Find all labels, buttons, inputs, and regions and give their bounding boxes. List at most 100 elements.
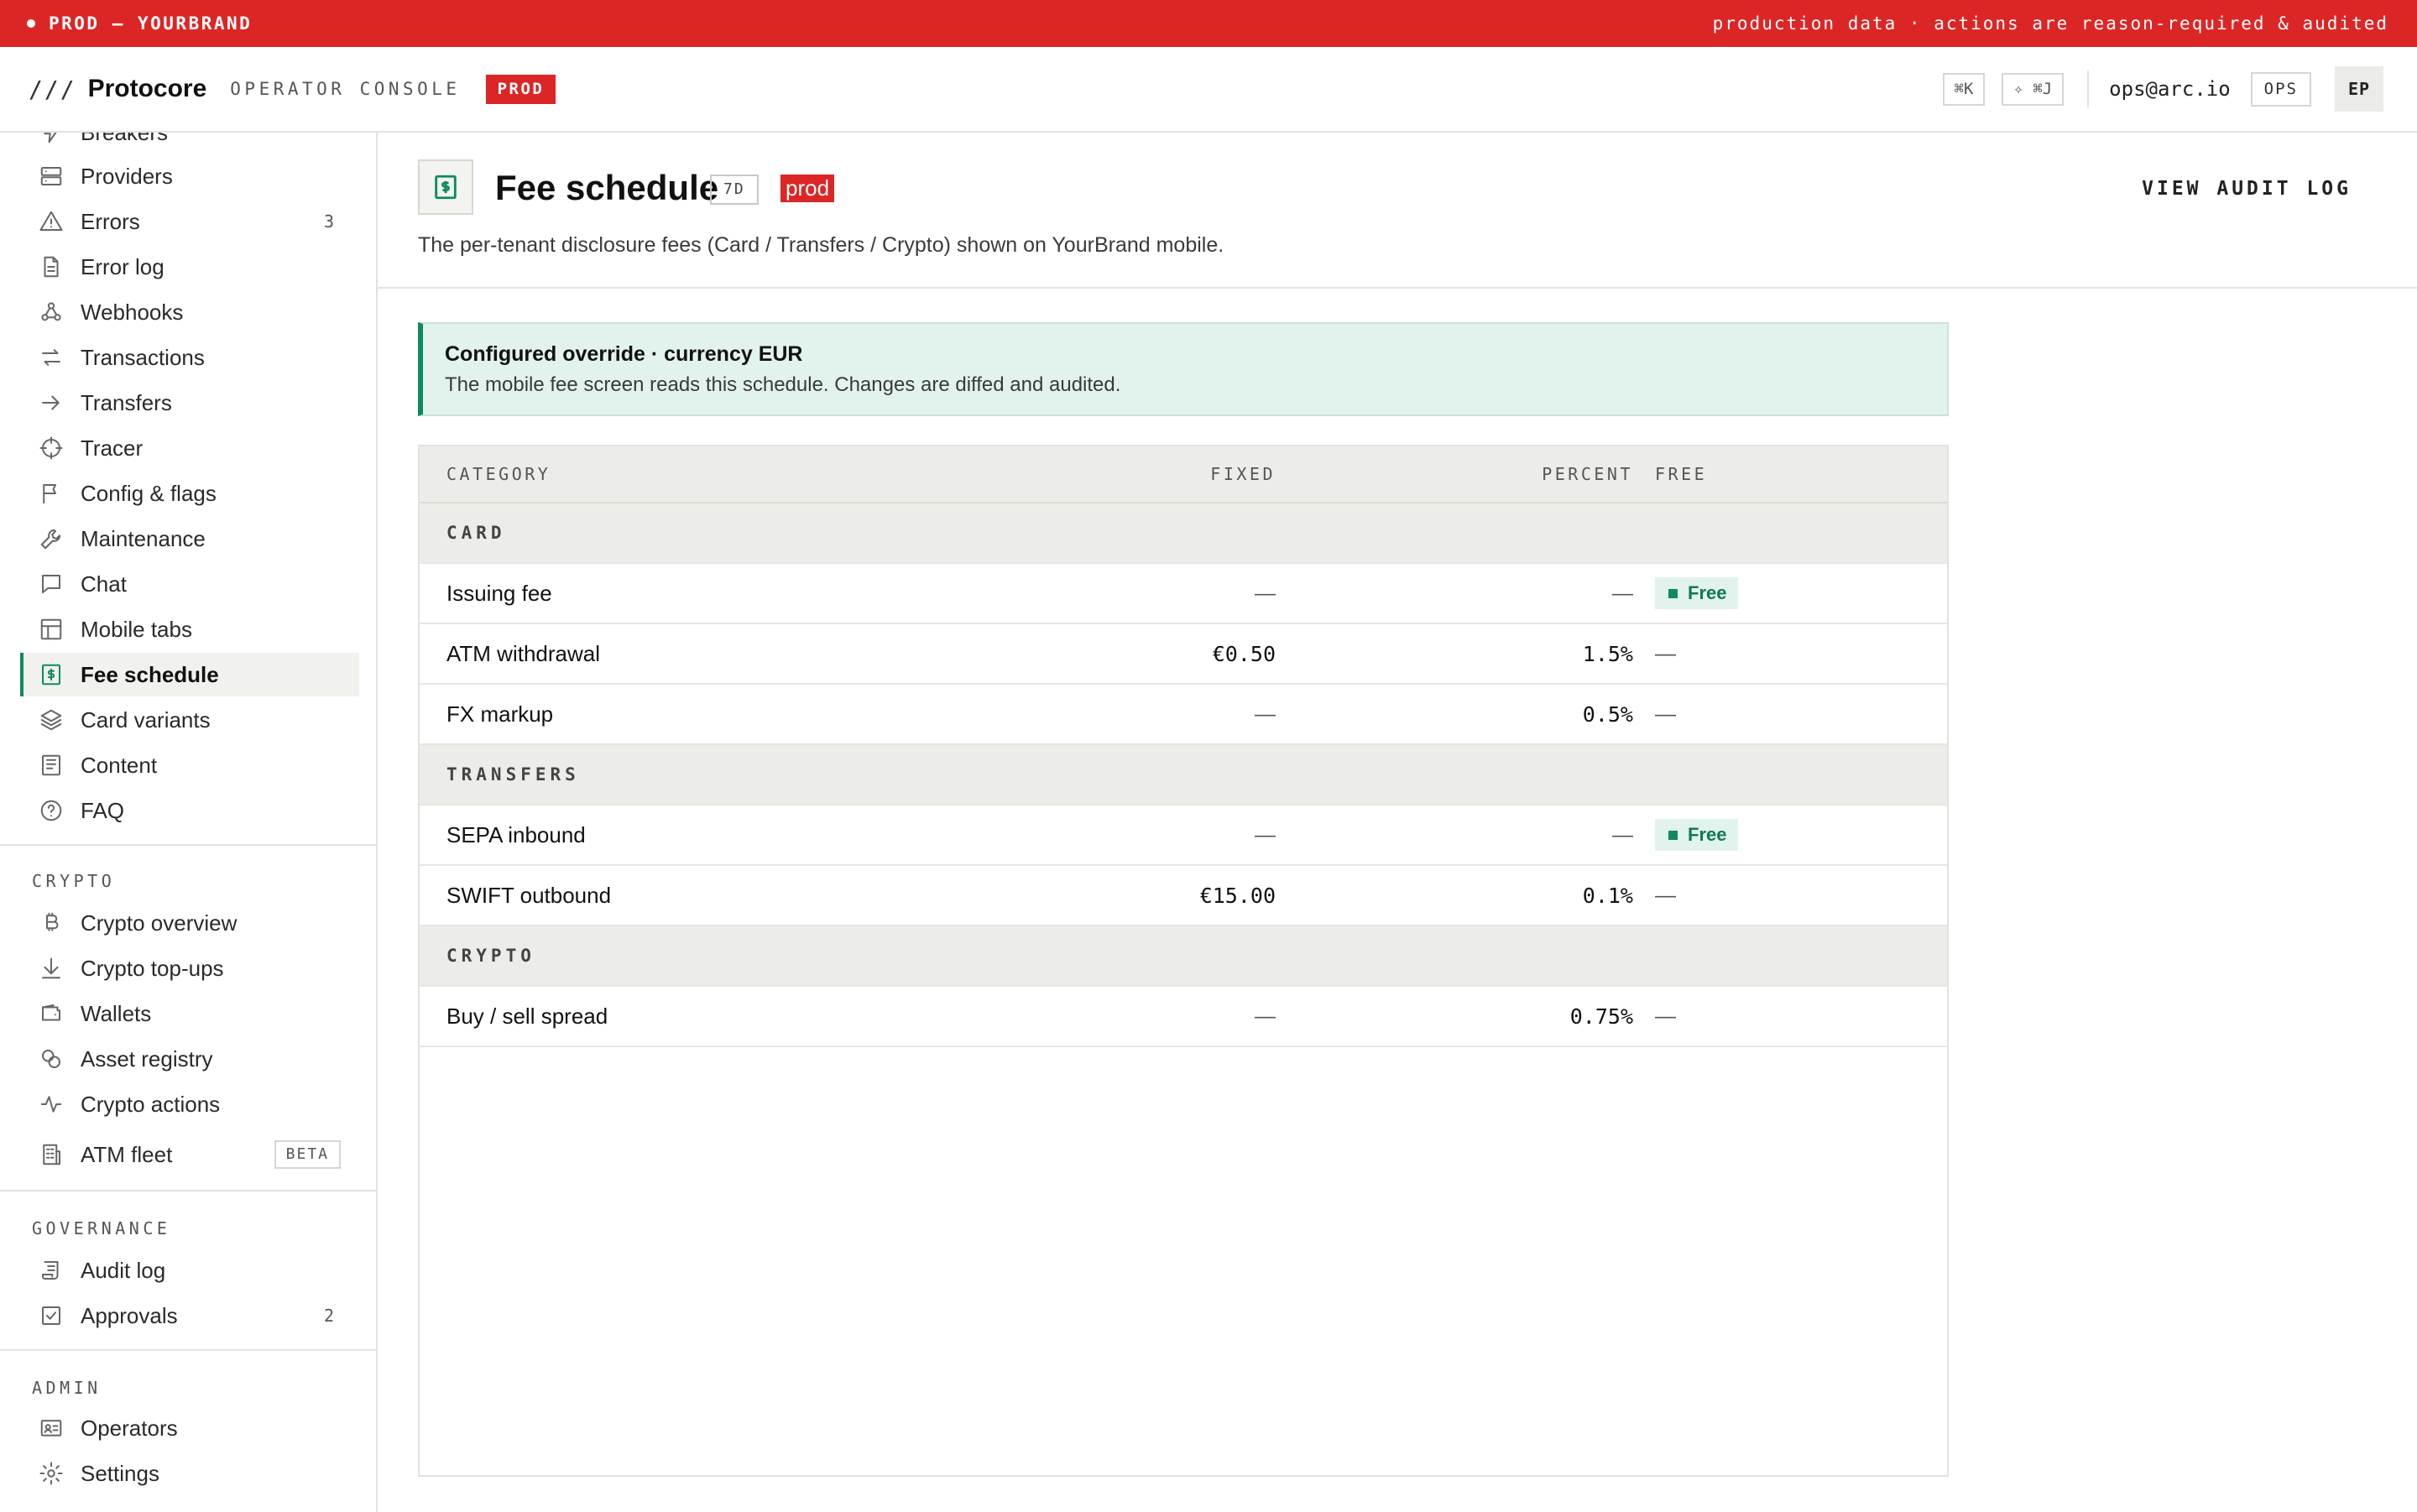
- status-dot-icon: [27, 19, 35, 28]
- table-header-row: CATEGORY FIXED PERCENT FREE: [420, 446, 1947, 503]
- sidebar-item-crypto-overview[interactable]: Crypto overview: [20, 901, 359, 945]
- fee-fixed: €0.50: [1212, 641, 1276, 666]
- layers-icon: [39, 707, 64, 733]
- sidebar-item-settings[interactable]: Settings: [20, 1452, 359, 1495]
- group-label: CRYPTO: [446, 946, 535, 966]
- fee-category: ATM withdrawal: [446, 640, 601, 666]
- env-tag: prod: [780, 175, 835, 203]
- newspaper-icon: [39, 753, 64, 778]
- sidebar-item-tracer[interactable]: Tracer: [20, 426, 359, 470]
- page-subtitle: The per-tenant disclosure fees (Card / T…: [418, 233, 1224, 257]
- sidebar-item-atm-fleet[interactable]: ATM fleet BETA: [20, 1133, 359, 1176]
- sidebar-item-label: Chat: [81, 571, 127, 597]
- fee-category: FX markup: [446, 701, 554, 727]
- sidebar-item-providers[interactable]: Providers: [20, 154, 359, 198]
- column-header-category: CATEGORY: [446, 464, 551, 484]
- sidebar-item-maintenance[interactable]: Maintenance: [20, 517, 359, 560]
- sidebar-item-label: Crypto overview: [81, 910, 238, 936]
- table-row[interactable]: ATM withdrawal €0.50 1.5% —: [420, 624, 1947, 685]
- sidebar-item-label: Content: [81, 752, 158, 778]
- fee-fixed: —: [1255, 581, 1276, 605]
- banner-notice: production data · actions are reason-req…: [1712, 13, 2388, 34]
- sidebar-item-errors[interactable]: Errors 3: [20, 200, 359, 243]
- sidebar-item-label: Card variants: [81, 706, 211, 733]
- sidebar-item-label: Fee schedule: [81, 661, 219, 687]
- banner-env: PROD — YOURBRAND: [27, 13, 252, 34]
- square-icon: [1668, 830, 1678, 840]
- table-row[interactable]: SWIFT outbound €15.00 0.1% —: [420, 866, 1947, 926]
- fee-percent: 0.5%: [1582, 701, 1633, 727]
- sidebar-item-approvals[interactable]: Approvals 2: [20, 1294, 359, 1337]
- table-row[interactable]: FX markup — 0.5% —: [420, 685, 1947, 745]
- fee-percent: 0.75%: [1569, 1004, 1633, 1029]
- notice-body: The mobile fee screen reads this schedul…: [445, 373, 1121, 396]
- sidebar-item-label: Operators: [81, 1415, 178, 1441]
- header-divider: [2087, 70, 2090, 107]
- fee-fixed: —: [1255, 1004, 1276, 1028]
- sidebar-divider: [0, 1349, 376, 1351]
- page-header: Fee schedule 7D prod The per-tenant disc…: [378, 133, 2417, 289]
- avatar[interactable]: EP: [2335, 66, 2383, 112]
- server-icon: [39, 164, 64, 189]
- table-row[interactable]: Buy / sell spread — 0.75% —: [420, 987, 1947, 1047]
- sidebar-item-transfers[interactable]: Transfers: [20, 381, 359, 425]
- sidebar-item-label: Transfers: [81, 389, 172, 415]
- fee-percent: 0.1%: [1582, 883, 1633, 908]
- command-palette-shortcut[interactable]: ⌘K: [1942, 72, 1986, 106]
- sidebar-item-config-and-flags[interactable]: Config & flags: [20, 472, 359, 515]
- sidebar-item-operators[interactable]: Operators: [20, 1406, 359, 1450]
- sidebar-item-wallets[interactable]: Wallets: [20, 992, 359, 1035]
- range-chip[interactable]: 7D: [710, 175, 759, 205]
- brand-mark: ///: [29, 75, 76, 103]
- sidebar-section-title: ADMIN: [32, 1378, 102, 1398]
- sidebar-item-breakers[interactable]: Breakers: [20, 133, 359, 154]
- sidebar-item-label: Transactions: [81, 344, 205, 370]
- sidebar-item-fee-schedule[interactable]: Fee schedule: [20, 653, 359, 696]
- webhook-icon: [39, 300, 64, 325]
- coins-icon: [39, 1046, 64, 1071]
- user-email[interactable]: ops@arc.io: [2109, 77, 2231, 101]
- fee-free: —: [1655, 1004, 1676, 1028]
- sidebar-divider: [0, 844, 376, 846]
- sidebar-item-label: Config & flags: [81, 480, 217, 506]
- free-badge: Free: [1655, 819, 1739, 851]
- fee-percent: —: [1612, 822, 1633, 847]
- sidebar-item-crypto-actions[interactable]: Crypto actions: [20, 1082, 359, 1126]
- table-row[interactable]: Issuing fee — — Free: [420, 564, 1947, 624]
- sidebar-item-chat[interactable]: Chat: [20, 562, 359, 606]
- sidebar-item-audit-log[interactable]: Audit log: [20, 1249, 359, 1292]
- table-group-row: TRANSFERS: [420, 745, 1947, 806]
- activity-icon: [39, 1092, 64, 1117]
- sidebar-item-transactions[interactable]: Transactions: [20, 336, 359, 379]
- sidebar-item-webhooks[interactable]: Webhooks: [20, 290, 359, 334]
- column-header-percent: PERCENT: [1542, 464, 1633, 484]
- sidebar-item-crypto-top-ups[interactable]: Crypto top-ups: [20, 946, 359, 990]
- brand-name[interactable]: Protocore: [88, 75, 207, 103]
- sidebar-item-asset-registry[interactable]: Asset registry: [20, 1037, 359, 1081]
- chat-icon: [39, 571, 64, 597]
- dollar-receipt-icon: [418, 159, 473, 215]
- sidebar-item-content[interactable]: Content: [20, 743, 359, 787]
- crosshair-icon: [39, 435, 64, 461]
- free-label: Free: [1688, 582, 1727, 603]
- wrench-icon: [39, 526, 64, 551]
- sidebar-item-faq[interactable]: FAQ: [20, 789, 359, 832]
- fee-free: —: [1655, 641, 1676, 665]
- sidebar-item-label: Providers: [81, 163, 173, 189]
- dollar-receipt-icon: [39, 662, 64, 687]
- flag-icon: [39, 481, 64, 506]
- fee-category: SEPA inbound: [446, 821, 586, 847]
- count-badge: 3: [323, 211, 334, 232]
- view-audit-log-link[interactable]: VIEW AUDIT LOG: [2142, 178, 2352, 200]
- fee-table: CATEGORY FIXED PERCENT FREE CARD Issuing …: [418, 445, 1949, 1477]
- sidebar-item-card-variants[interactable]: Card variants: [20, 698, 359, 742]
- sidebar-item-label: Maintenance: [81, 525, 206, 551]
- sidebar-item-mobile-tabs[interactable]: Mobile tabs: [20, 607, 359, 651]
- id-card-icon: [39, 1416, 64, 1441]
- table-row[interactable]: SEPA inbound — — Free: [420, 806, 1947, 866]
- sidebar-item-error-log[interactable]: Error log: [20, 245, 359, 289]
- document-icon: [39, 254, 64, 279]
- header-actions: ⌘K ✧ ⌘J ops@arc.io OPS EP: [1926, 66, 2383, 112]
- ai-assistant-shortcut[interactable]: ✧ ⌘J: [2002, 72, 2065, 106]
- sidebar-item-label: Tracer: [81, 435, 144, 461]
